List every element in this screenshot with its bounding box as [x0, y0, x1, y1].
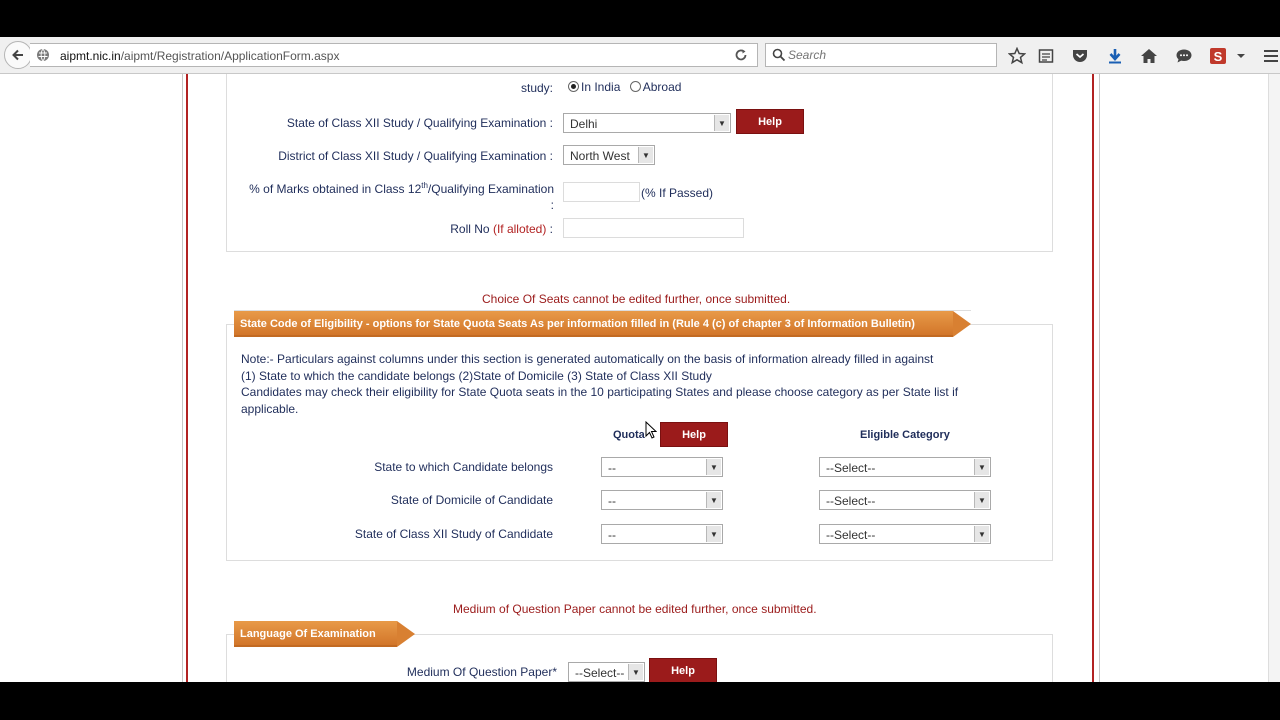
hamburger-menu-icon[interactable] [1262, 47, 1280, 65]
marks-label-sup: th [421, 181, 428, 190]
reload-icon[interactable] [733, 47, 749, 63]
category-select-domicile[interactable]: --Select-- ▼ [819, 490, 991, 510]
radio-abroad[interactable] [629, 81, 641, 92]
back-arrow-icon [12, 49, 23, 61]
note-block: Note:- Particulars against columns under… [241, 351, 1001, 417]
state-code-tab: State Code of Eligibility - options for … [234, 311, 971, 337]
roll-no-input[interactable] [563, 218, 744, 238]
note-line-1: Note:- Particulars against columns under… [241, 352, 934, 366]
medium-value: --Select-- [575, 666, 625, 680]
search-bar[interactable] [765, 43, 997, 67]
category-value-class12-study: --Select-- [826, 528, 876, 542]
chevron-down-icon: ▼ [974, 459, 989, 475]
roll-no-colon: : [549, 222, 553, 236]
row-label-class12-study: State of Class XII Study of Candidate [354, 527, 553, 541]
video-letterbox-bottom [0, 682, 1280, 720]
chevron-down-icon: ▼ [638, 147, 653, 163]
state-class12-label: State of Class XII Study / Qualifying Ex… [286, 116, 553, 130]
note-line-4: applicable. [241, 401, 299, 416]
home-icon[interactable] [1140, 47, 1158, 65]
radio-in-india[interactable] [568, 81, 579, 92]
chat-icon[interactable] [1175, 47, 1193, 65]
mouse-cursor-icon [645, 421, 657, 439]
reading-list-icon[interactable] [1037, 47, 1055, 65]
radio-abroad-label: Abroad [642, 80, 682, 94]
state-class12-select[interactable]: Delhi ▼ [563, 113, 731, 133]
page-content: study: In India Abroad State of Class XI… [0, 74, 1280, 682]
quota-select-class12-study[interactable]: -- ▼ [601, 524, 723, 544]
svg-text:S: S [1214, 49, 1223, 64]
quota-header: Quota [613, 429, 645, 441]
state-code-tab-title: State Code of Eligibility - options for … [240, 318, 915, 330]
category-select-class12-study[interactable]: --Select-- ▼ [819, 524, 991, 544]
choice-seats-warning: Choice Of Seats cannot be edited further… [482, 292, 791, 306]
medium-select[interactable]: --Select-- ▼ [568, 662, 645, 682]
district-class12-select[interactable]: North West ▼ [563, 145, 655, 165]
note-line-2: (1) State to which the candidate belongs… [241, 368, 712, 383]
chevron-down-icon: ▼ [706, 526, 721, 542]
note-line-3: Candidates may check their eligibility f… [241, 385, 959, 399]
tab-tail [953, 311, 971, 337]
roll-no-label: Roll No (If alloted) : [420, 222, 553, 236]
study-radio-group: In India Abroad [568, 80, 681, 94]
marks-input[interactable] [563, 182, 640, 202]
language-tab: Language Of Examination [234, 621, 415, 647]
scrollbar[interactable] [1268, 74, 1280, 682]
marks-label-text: % of Marks obtained in Class 12 [249, 182, 422, 196]
state-help-button[interactable]: Help [736, 109, 804, 134]
row-label-domicile: State of Domicile of Candidate [390, 493, 553, 507]
category-value-state-belongs: --Select-- [826, 461, 876, 475]
url-domain: aipmt.nic.in [60, 49, 121, 63]
video-letterbox-top [0, 0, 1280, 37]
chevron-down-icon: ▼ [706, 459, 721, 475]
marks-label-post: /Qualifying Examination [427, 182, 554, 196]
district-class12-value: North West [570, 149, 630, 163]
marks-label: % of Marks obtained in Class 12th/Qualif… [236, 178, 554, 213]
chevron-down-icon: ▼ [974, 492, 989, 508]
roll-no-hint: (If alloted) [492, 222, 547, 236]
medium-help-button[interactable]: Help [649, 658, 717, 682]
study-label: study: [520, 81, 553, 95]
quota-value-domicile: -- [608, 494, 616, 508]
search-input[interactable] [788, 47, 988, 63]
state-class12-value: Delhi [570, 117, 598, 131]
page-border-right [1092, 74, 1100, 682]
marks-label-colon: : [550, 198, 554, 212]
quota-value-state-belongs: -- [608, 461, 616, 475]
back-button[interactable] [4, 41, 32, 69]
quota-select-domicile[interactable]: -- ▼ [601, 490, 723, 510]
pocket-icon[interactable] [1071, 47, 1089, 65]
chevron-down-icon: ▼ [706, 492, 721, 508]
medium-warning: Medium of Question Paper cannot be edite… [453, 602, 817, 616]
quota-help-button[interactable]: Help [660, 422, 728, 447]
page-border-left [182, 74, 188, 682]
download-icon[interactable] [1106, 47, 1124, 65]
url-path: /aipmt/Registration/ApplicationForm.aspx [120, 49, 340, 63]
bookmark-star-icon[interactable] [1008, 47, 1026, 65]
eligible-category-header: Eligible Category [860, 429, 950, 441]
chevron-down-icon: ▼ [628, 664, 643, 680]
quota-select-state-belongs[interactable]: -- ▼ [601, 457, 723, 477]
chevron-down-icon[interactable] [1235, 47, 1247, 65]
radio-in-india-label: In India [581, 80, 621, 94]
s-extension-icon[interactable]: S [1209, 47, 1227, 65]
roll-no-text: Roll No [450, 222, 490, 236]
chevron-down-icon: ▼ [714, 115, 729, 131]
row-label-state-belongs: State to which Candidate belongs [374, 460, 553, 474]
medium-label: Medium Of Question Paper* [406, 665, 557, 679]
district-class12-label: District of Class XII Study / Qualifying… [278, 149, 553, 163]
tab-tail [397, 621, 415, 647]
quota-value-class12-study: -- [608, 528, 616, 542]
chevron-down-icon: ▼ [974, 526, 989, 542]
url-bar[interactable]: aipmt.nic.in/aipmt/Registration/Applicat… [30, 43, 758, 67]
language-tab-title: Language Of Examination [240, 628, 376, 640]
browser-navbar: aipmt.nic.in/aipmt/Registration/Applicat… [0, 37, 1280, 74]
search-icon [772, 48, 786, 62]
url-text: aipmt.nic.in/aipmt/Registration/Applicat… [60, 49, 339, 63]
globe-icon [37, 48, 49, 62]
marks-hint: (% If Passed) [641, 186, 714, 200]
category-select-state-belongs[interactable]: --Select-- ▼ [819, 457, 991, 477]
category-value-domicile: --Select-- [826, 494, 876, 508]
